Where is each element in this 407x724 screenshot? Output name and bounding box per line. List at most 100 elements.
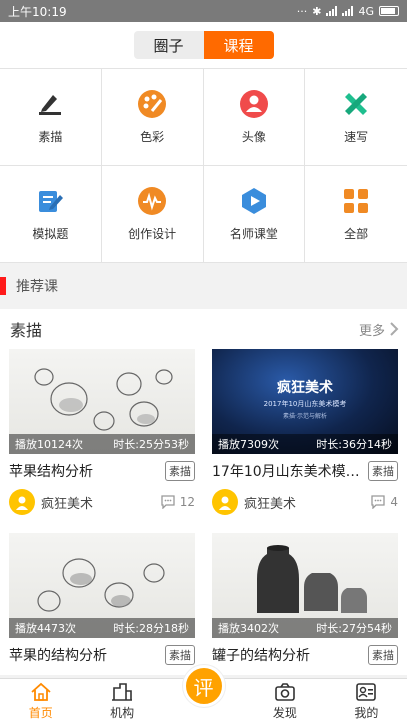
profile-card-icon <box>356 683 377 701</box>
grid-all-icon <box>341 186 371 216</box>
recommended-title: 推荐课 <box>16 279 58 295</box>
recommended-accent-bar <box>0 277 6 295</box>
category-sketch[interactable]: 素描 <box>0 69 102 166</box>
category-creative-design[interactable]: 创作设计 <box>101 166 204 263</box>
category-label: 速写 <box>344 130 369 144</box>
review-fab-button[interactable]: 评 <box>182 665 225 707</box>
course-card[interactable]: 播放4473次 时长:28分18秒 苹果的结构分析 素描 <box>9 533 195 665</box>
comment-count[interactable]: 12 <box>160 495 195 509</box>
author-name: 疯狂美术 <box>244 496 297 512</box>
category-label: 全部 <box>344 227 369 241</box>
bluetooth-icon: ✱ <box>312 4 322 18</box>
duration: 时长:25分53秒 <box>113 438 189 451</box>
avatar-person-icon <box>16 496 28 510</box>
comment-count[interactable]: 4 <box>370 495 398 509</box>
avatar-person-icon <box>219 496 231 510</box>
signal-icon <box>326 6 338 16</box>
category-label: 色彩 <box>140 130 165 144</box>
battery-icon <box>379 6 399 16</box>
category-color[interactable]: 色彩 <box>101 69 204 166</box>
course-tag: 素描 <box>165 461 195 481</box>
course-thumbnail[interactable]: 播放3402次 时长:27分54秒 <box>212 533 398 638</box>
portrait-icon <box>239 89 269 119</box>
course-footer: 疯狂美术 4 <box>212 489 398 515</box>
author-info[interactable]: 疯狂美术 <box>212 489 296 515</box>
section-title: 素描 <box>10 321 43 340</box>
comment-bubble-icon <box>161 495 175 509</box>
status-icons: ··· ✱ 4G <box>297 5 399 18</box>
sketch-pencil-icon <box>35 89 65 119</box>
course-title-row: 苹果的结构分析 素描 <box>9 645 195 665</box>
edit-document-icon <box>35 186 65 216</box>
course-title[interactable]: 苹果结构分析 <box>9 461 93 481</box>
review-fab-label: 评 <box>193 675 214 700</box>
course-thumbnail[interactable]: 疯狂美术 2017年10月山东美术模考 素描·示范与解析 播放7309次 时长:… <box>212 349 398 454</box>
course-title-row: 17年10月山东美术模… 素描 <box>212 461 398 481</box>
duration: 时长:36分14秒 <box>316 438 392 451</box>
course-meta-bar: 播放10124次 时长:25分53秒 <box>9 434 195 454</box>
home-icon <box>31 682 51 701</box>
course-title[interactable]: 17年10月山东美术模… <box>212 461 360 481</box>
segment-control: 圈子 课程 <box>133 31 274 59</box>
section-header: 素描 更多 <box>0 309 407 349</box>
duration: 时长:28分18秒 <box>113 622 189 635</box>
course-meta-bar: 播放3402次 时长:27分54秒 <box>212 618 398 638</box>
comment-number: 12 <box>179 495 195 509</box>
course-card[interactable]: 播放10124次 时长:25分53秒 苹果结构分析 素描 疯狂美术 12 <box>9 349 195 515</box>
avatar <box>212 489 238 515</box>
course-card-grid: 播放10124次 时长:25分53秒 苹果结构分析 素描 疯狂美术 12 疯狂美… <box>0 349 407 665</box>
category-label: 创作设计 <box>128 227 177 241</box>
course-meta-bar: 播放4473次 时长:28分18秒 <box>9 618 195 638</box>
course-title[interactable]: 罐子的结构分析 <box>212 645 310 665</box>
tab-mine[interactable]: 我的 <box>326 679 407 724</box>
category-grid: 素描 色彩 头像 速写 模拟题 创作设计 名师课堂 全部 <box>0 68 407 263</box>
banner-title: 疯狂美术 <box>277 380 333 396</box>
chevron-right-icon <box>390 322 399 336</box>
category-master-class[interactable]: 名师课堂 <box>203 166 306 263</box>
course-card[interactable]: 播放3402次 时长:27分54秒 罐子的结构分析 素描 <box>212 533 398 665</box>
banner-tag: 素描·示范与解析 <box>283 413 327 420</box>
tab-discover[interactable]: 发现 <box>244 679 325 724</box>
tab-home-label: 首页 <box>28 706 53 720</box>
tab-institution-label: 机构 <box>110 706 135 720</box>
author-info[interactable]: 疯狂美术 <box>9 489 93 515</box>
segment-circle[interactable]: 圈子 <box>133 31 204 59</box>
course-thumbnail[interactable]: 播放10124次 时长:25分53秒 <box>9 349 195 454</box>
tab-institution[interactable]: 机构 <box>81 679 162 724</box>
play-count: 播放3402次 <box>218 622 279 635</box>
bottom-tab-bar: 首页 机构 评 发现 我的 <box>0 665 407 724</box>
course-title[interactable]: 苹果的结构分析 <box>9 645 107 665</box>
discover-camera-icon <box>275 683 295 701</box>
category-label: 名师课堂 <box>229 227 278 241</box>
more-label: 更多 <box>358 323 385 339</box>
duration: 时长:27分54秒 <box>316 622 392 635</box>
tab-mine-label: 我的 <box>354 706 379 720</box>
course-meta-bar: 播放7309次 时长:36分14秒 <box>212 434 398 454</box>
sketch-section: 素描 更多 播放10124次 时长:25分53秒 苹果结构分析 素描 疯狂美术 … <box>0 309 407 675</box>
segment-course[interactable]: 课程 <box>203 31 274 59</box>
status-time: 上午10:19 <box>8 4 67 19</box>
category-all[interactable]: 全部 <box>305 166 407 263</box>
course-footer: 疯狂美术 12 <box>9 489 195 515</box>
course-title-row: 苹果结构分析 素描 <box>9 461 195 481</box>
category-label: 素描 <box>38 130 63 144</box>
comment-number: 4 <box>390 495 398 509</box>
category-portrait[interactable]: 头像 <box>203 69 306 166</box>
top-bar: 圈子 课程 <box>0 22 407 68</box>
category-mock-exam[interactable]: 模拟题 <box>0 166 102 263</box>
building-icon <box>112 683 133 701</box>
course-thumbnail[interactable]: 播放4473次 时长:28分18秒 <box>9 533 195 638</box>
category-label: 头像 <box>241 130 266 144</box>
video-play-icon <box>239 186 269 216</box>
course-tag: 素描 <box>368 461 398 481</box>
tab-review[interactable]: 评 <box>163 665 244 724</box>
avatar <box>9 489 35 515</box>
more-link[interactable]: 更多 <box>359 320 399 339</box>
category-croquis[interactable]: 速写 <box>305 69 407 166</box>
author-name: 疯狂美术 <box>41 496 94 512</box>
play-count: 播放4473次 <box>15 622 76 635</box>
dots-icon: ··· <box>296 4 308 18</box>
signal-icon-2 <box>342 6 354 16</box>
course-card[interactable]: 疯狂美术 2017年10月山东美术模考 素描·示范与解析 播放7309次 时长:… <box>212 349 398 515</box>
tab-home[interactable]: 首页 <box>0 679 81 724</box>
